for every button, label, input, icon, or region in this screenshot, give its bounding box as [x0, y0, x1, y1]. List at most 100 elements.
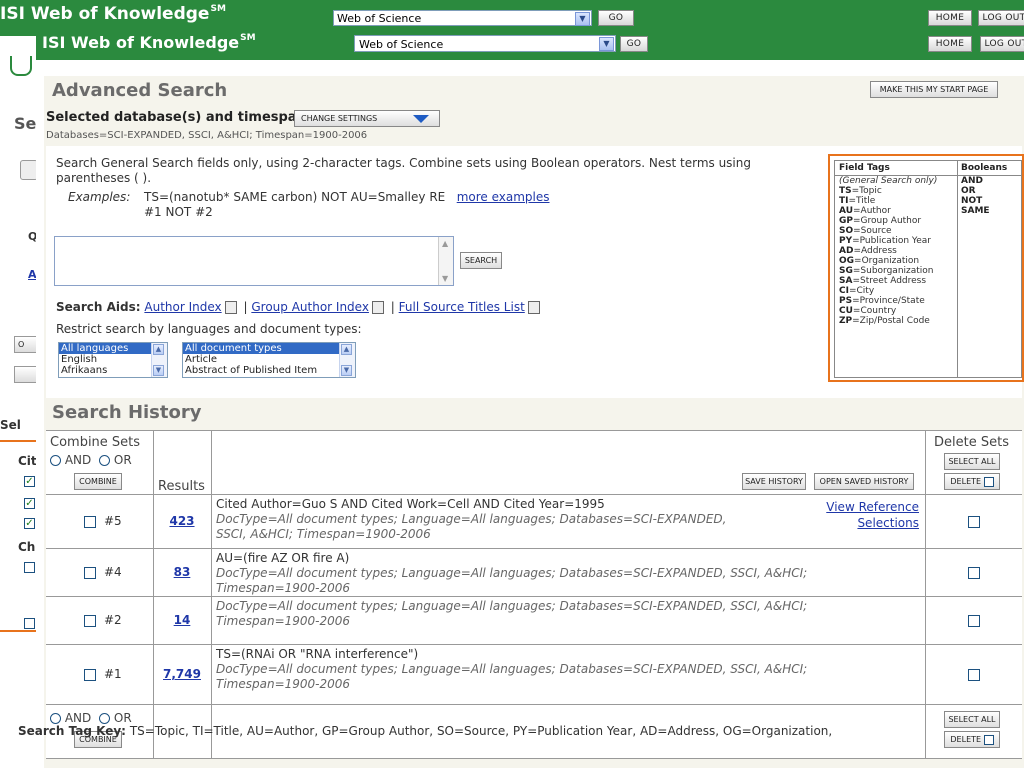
back-logout-button[interactable]: LOG OUT [978, 10, 1024, 26]
new-window-icon[interactable] [371, 301, 384, 314]
database-select[interactable]: Web of Science ▼ [354, 35, 616, 52]
search-aids-label: Search Aids: [56, 300, 141, 314]
set-checkbox[interactable] [84, 615, 96, 627]
link-line[interactable]: Selections [826, 515, 919, 531]
set-checkbox[interactable] [84, 669, 96, 681]
field-tag-name: =Publication Year [852, 236, 931, 246]
field-tag-row: ZP=Zip/Postal Code [835, 316, 957, 326]
link-line[interactable]: View Reference [826, 499, 919, 515]
view-reference-selections-link[interactable]: View Reference Selections [826, 499, 919, 531]
field-tag-row: PS=Province/State [835, 296, 957, 306]
back-logo: ISI Web of KnowledgeSM [0, 4, 226, 24]
query-cell: AU=(fire AZ OR fire A) DocType=All docume… [212, 549, 926, 597]
doc-type-option[interactable]: All document types [183, 343, 355, 354]
open-saved-history-button[interactable]: OPEN SAVED HISTORY [814, 473, 914, 490]
field-tag-row: TI=Title [835, 196, 957, 206]
search-history-title: Search History [52, 402, 202, 423]
new-window-icon[interactable] [527, 301, 540, 314]
set-number: #5 [104, 514, 122, 528]
field-tag-code: AD [839, 246, 854, 256]
delete-button[interactable]: DELETE [944, 473, 1000, 490]
search-button[interactable]: SEARCH [460, 252, 502, 269]
set-number: #2 [104, 613, 122, 627]
scroll-down-icon[interactable]: ▼ [153, 365, 164, 376]
field-tag-code: SO [839, 226, 854, 236]
back-checkbox-1[interactable]: ✓ [24, 476, 35, 487]
delete-checkbox[interactable] [968, 669, 980, 681]
example-2: #1 NOT #2 [144, 205, 213, 219]
boolean-operator: NOT [961, 196, 983, 206]
back-checkbox-3[interactable]: ✓ [24, 518, 35, 529]
query-meta: DocType=All document types; Language=All… [216, 662, 807, 692]
scroll-up-icon[interactable]: ▲ [153, 344, 164, 355]
query-text: Cited Author=Guo S AND Cited Work=Cell A… [216, 497, 605, 511]
back-go-button[interactable]: GO [598, 10, 634, 26]
doc-type-listbox[interactable]: All document types Article Abstract of P… [182, 342, 356, 378]
query-meta: DocType=All document types; Language=All… [216, 599, 807, 629]
field-tag-row: CU=Country [835, 306, 957, 316]
doc-type-option[interactable]: Article [183, 354, 355, 365]
group-author-index-link[interactable]: Group Author Index [251, 300, 369, 314]
field-tag-row: PY=Publication Year [835, 236, 957, 246]
make-start-page-button[interactable]: MAKE THIS MY START PAGE [870, 81, 998, 98]
databases-line: Databases=SCI-EXPANDED, SSCI, A&HCI; Tim… [46, 130, 368, 141]
full-source-titles-link[interactable]: Full Source Titles List [399, 300, 525, 314]
or-radio[interactable] [99, 455, 111, 466]
doc-type-scrollbar[interactable]: ▲ ▼ [339, 343, 355, 377]
scroll-down-icon[interactable]: ▼ [442, 274, 448, 283]
change-settings-button[interactable]: CHANGE SETTINGS [294, 110, 440, 127]
field-tag-name: =Zip/Postal Code [852, 316, 930, 326]
query-textarea[interactable]: ▲ ▼ [54, 236, 454, 286]
results-link[interactable]: 14 [154, 613, 210, 627]
delete-cell [926, 549, 1022, 597]
more-examples-link[interactable]: more examples [457, 190, 550, 204]
or-radio[interactable] [99, 713, 111, 724]
front-window: ISI Web of KnowledgeSM Web of Science ▼ G… [36, 28, 1024, 768]
delete-checkbox[interactable] [968, 615, 980, 627]
query-meta-line: Timespan=1900-2006 [216, 677, 351, 691]
language-scrollbar[interactable]: ▲ ▼ [151, 343, 167, 377]
scroll-up-icon[interactable]: ▲ [341, 344, 352, 355]
results-link[interactable]: 7,749 [154, 667, 210, 681]
back-home-button[interactable]: HOME [928, 10, 972, 26]
set-checkbox[interactable] [84, 567, 96, 579]
save-history-button[interactable]: SAVE HISTORY [742, 473, 806, 490]
field-tag-name: =Country [852, 306, 897, 316]
back-checkbox-4[interactable] [24, 562, 35, 573]
back-checkbox-2[interactable]: ✓ [24, 498, 35, 509]
results-link[interactable]: 423 [154, 514, 210, 528]
scroll-up-icon[interactable]: ▲ [442, 239, 448, 248]
scroll-down-icon[interactable]: ▼ [341, 365, 352, 376]
select-all-button[interactable]: SELECT ALL [944, 711, 1000, 728]
delete-cell [926, 645, 1022, 705]
results-link[interactable]: 83 [154, 565, 210, 579]
field-tag-row: OG=Organization [835, 256, 957, 266]
results-cell: 14 [154, 597, 212, 645]
go-button[interactable]: GO [620, 36, 648, 52]
home-button[interactable]: HOME [928, 36, 972, 52]
query-text: AU=(fire AZ OR fire A) [216, 551, 350, 565]
query-cell: Cited Author=Guo S AND Cited Work=Cell A… [212, 495, 926, 549]
and-radio[interactable] [50, 713, 61, 724]
doc-type-option[interactable]: Abstract of Published Item [183, 365, 355, 376]
chevron-down-icon[interactable]: ▼ [575, 12, 590, 26]
language-listbox[interactable]: All languages English Afrikaans ▲ ▼ [58, 342, 168, 378]
query-text: TS=(RNAi OR "RNA interference") [216, 647, 419, 661]
logout-button[interactable]: LOG OUT [980, 36, 1024, 52]
and-radio[interactable] [50, 455, 61, 466]
delete-checkbox[interactable] [968, 567, 980, 579]
set-checkbox[interactable] [84, 516, 96, 528]
author-index-link[interactable]: Author Index [144, 300, 221, 314]
back-database-select[interactable]: Web of Science ▼ [333, 10, 592, 26]
textarea-scrollbar[interactable]: ▲ ▼ [438, 237, 453, 285]
field-tag-name: =Title [848, 196, 876, 206]
triangle-down-icon [413, 115, 429, 123]
combine-button[interactable]: COMBINE [74, 473, 122, 490]
select-all-button[interactable]: SELECT ALL [944, 453, 1000, 470]
delete-checkbox[interactable] [968, 516, 980, 528]
chevron-down-icon[interactable]: ▼ [599, 37, 614, 51]
field-tag-name: =City [848, 286, 875, 296]
back-checkbox-5[interactable] [24, 618, 35, 629]
delete-button[interactable]: DELETE [944, 731, 1000, 748]
new-window-icon[interactable] [224, 301, 237, 314]
